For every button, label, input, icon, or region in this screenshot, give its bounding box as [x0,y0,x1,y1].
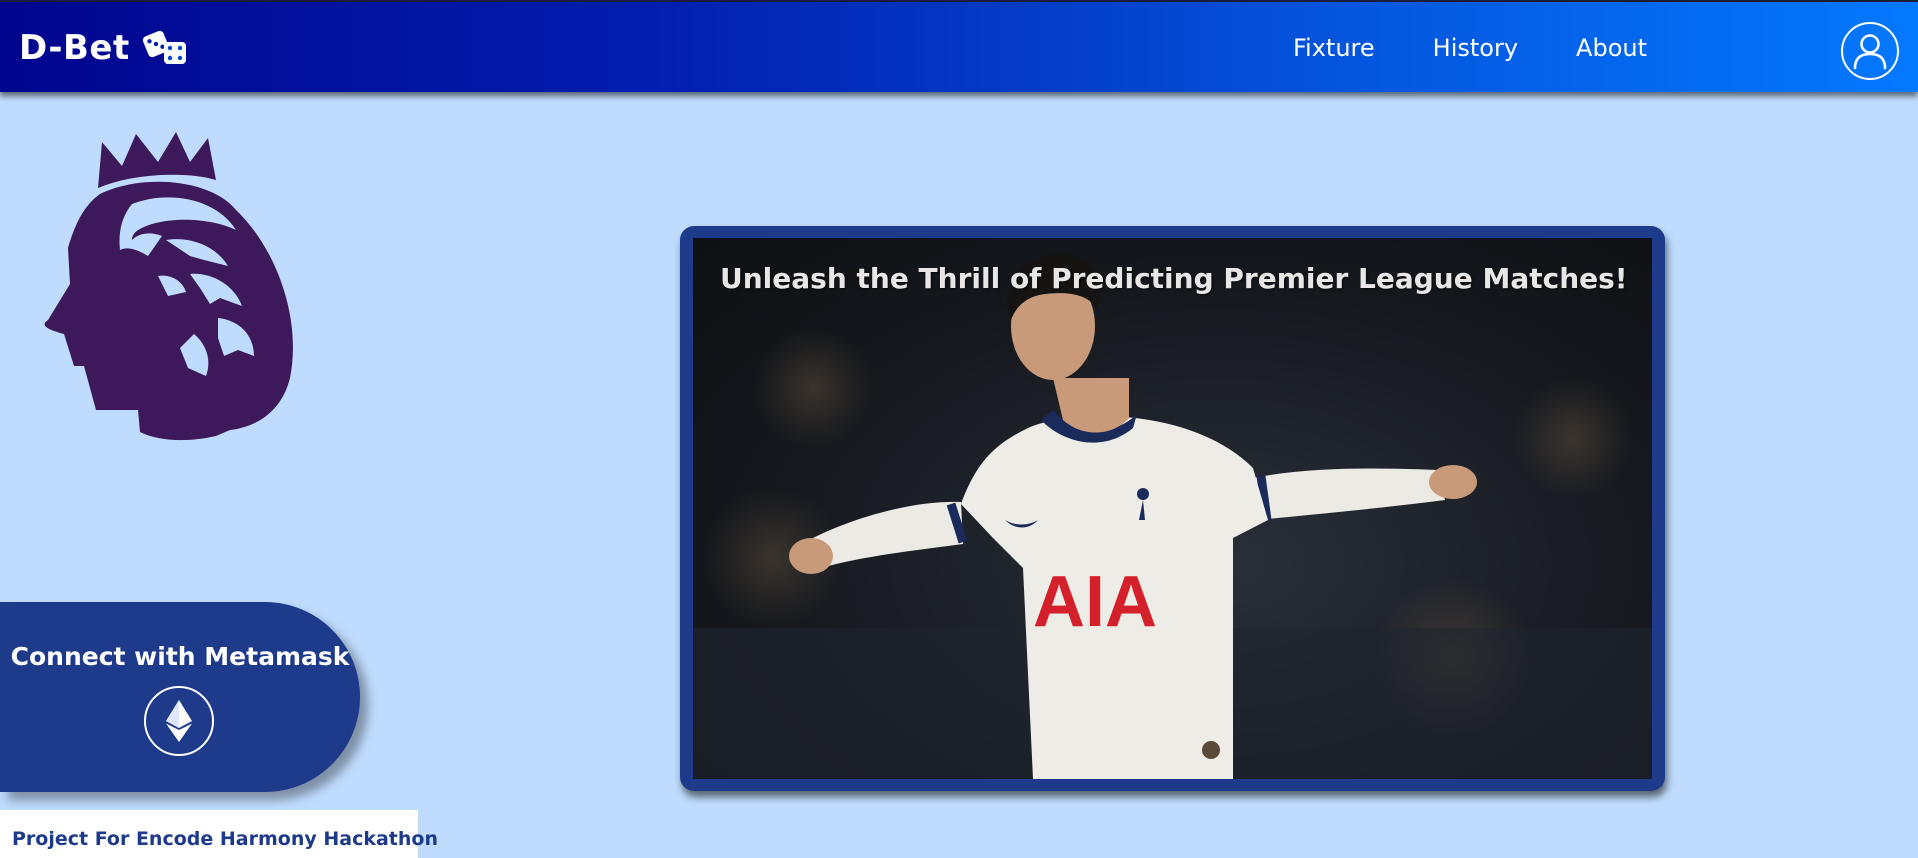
top-navbar: D-Bet Fixture History About [0,0,1918,92]
ethereum-button[interactable] [144,686,214,756]
hero-frame: AIA Unleash the Thrill of Predicting Pre… [680,226,1665,791]
user-icon [1853,34,1887,70]
ethereum-icon [166,700,192,742]
brand-name: D-Bet [19,28,130,68]
nav-fixture[interactable]: Fixture [1293,34,1375,62]
dice-icon [142,30,186,64]
hero-player-image: AIA Unleash the Thrill of Predicting Pre… [693,238,1652,779]
premier-league-lion-icon [44,132,293,441]
connect-metamask-button[interactable]: Connect with Metamask [0,602,360,792]
nav-about[interactable]: About [1576,34,1647,62]
shirt-sponsor-text: AIA [1033,562,1157,642]
nav-links: Fixture History About [1293,34,1705,62]
nav-history[interactable]: History [1433,34,1518,62]
hackathon-note: Project For Encode Harmony Hackathon [0,810,438,858]
profile-button[interactable] [1841,22,1899,80]
brand-logo[interactable]: D-Bet [19,28,190,68]
player-illustration: AIA [693,254,1652,779]
connect-metamask-label: Connect with Metamask [10,642,350,671]
hero-title: Unleash the Thrill of Predicting Premier… [720,262,1628,295]
